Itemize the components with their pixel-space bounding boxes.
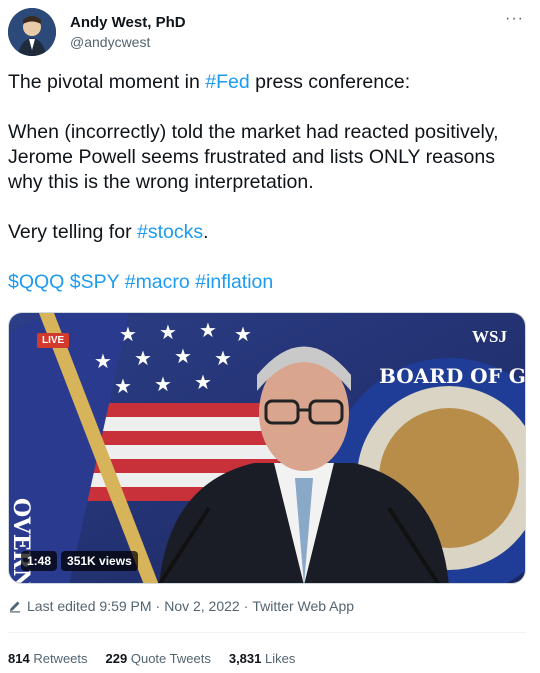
pencil-icon [8,599,22,613]
tweet-text-fragment: press conference: [249,71,411,93]
tweet-line-3: Very telling for #stocks. [8,220,518,245]
video-frame: ★★★★ ★★★★ ★★★ BOARD OF GOVERNORS OVERNO [9,313,526,584]
svg-text:★: ★ [134,346,152,370]
author-name[interactable]: Andy West, PhD [70,14,186,31]
likes-label: Likes [265,650,296,666]
seal-text: BOARD OF GOVERNORS [379,364,526,388]
edited-info: Last edited 9:59 PM · Nov 2, 2022 · Twit… [8,596,354,616]
video-meta: 1:48 351K views [21,551,138,571]
divider [8,632,526,633]
hashtag-fed[interactable]: #Fed [205,71,249,93]
svg-text:★: ★ [114,374,132,398]
svg-text:★: ★ [119,322,137,346]
wsj-logo: WSJ [472,327,507,346]
retweets-label: Retweets [33,650,88,666]
quote-tweets-label: Quote Tweets [130,650,211,666]
edited-time[interactable]: 9:59 PM [99,598,151,614]
cashtag-qqq[interactable]: $QQQ [8,271,64,293]
tweet-tags: $QQQ $SPY #macro #inflation [8,270,518,295]
svg-text:★: ★ [199,318,217,342]
video-views: 351K views [61,551,138,571]
likes-stat[interactable]: 3,831 Likes [229,651,296,666]
live-badge: LIVE [37,333,70,348]
more-options-icon[interactable]: ··· [505,10,524,28]
svg-text:★: ★ [159,320,177,344]
author-avatar[interactable] [8,8,56,56]
tweet-stats: 814 Retweets 229 Quote Tweets 3,831 Like… [8,648,313,668]
seal-left-text: OVERNO [9,498,34,584]
tweet-text-fragment: Very telling for [8,221,137,243]
svg-text:★: ★ [214,346,232,370]
tweet-paragraph-2: When (incorrectly) told the market had r… [8,121,499,193]
tweet-text: The pivotal moment in #Fed press confere… [8,70,518,295]
quote-tweets-stat[interactable]: 229 Quote Tweets [106,651,211,666]
edited-date[interactable]: Nov 2, 2022 [164,598,240,614]
video-duration: 1:48 [21,551,58,571]
avatar-image [8,8,56,56]
svg-text:★: ★ [154,372,172,396]
retweets-stat[interactable]: 814 Retweets [8,651,88,666]
separator-dot: · [155,598,161,614]
tweet-text-fragment: . [203,221,209,243]
svg-text:★: ★ [194,370,212,394]
svg-text:★: ★ [234,322,252,346]
retweets-count: 814 [8,650,30,666]
video-player[interactable]: ★★★★ ★★★★ ★★★ BOARD OF GOVERNORS OVERNO … [8,312,526,584]
author-handle[interactable]: @andycwest [70,34,150,50]
tweet-line-1: The pivotal moment in #Fed press confere… [8,70,518,95]
separator-dot: · [243,598,249,614]
cashtag-spy[interactable]: $SPY [70,271,120,293]
svg-text:★: ★ [94,349,112,373]
svg-text:★: ★ [174,344,192,368]
tweet-header: Andy West, PhD @andycwest ··· [8,8,532,56]
likes-count: 3,831 [228,650,262,666]
source-app[interactable]: Twitter Web App [252,598,354,614]
edited-label[interactable]: Last edited [27,598,96,614]
hashtag-stocks[interactable]: #stocks [137,221,203,243]
tweet-text-fragment: The pivotal moment in [8,71,206,93]
quote-tweets-count: 229 [105,650,128,666]
hashtag-inflation[interactable]: #inflation [195,271,273,293]
hashtag-macro[interactable]: #macro [125,271,190,293]
